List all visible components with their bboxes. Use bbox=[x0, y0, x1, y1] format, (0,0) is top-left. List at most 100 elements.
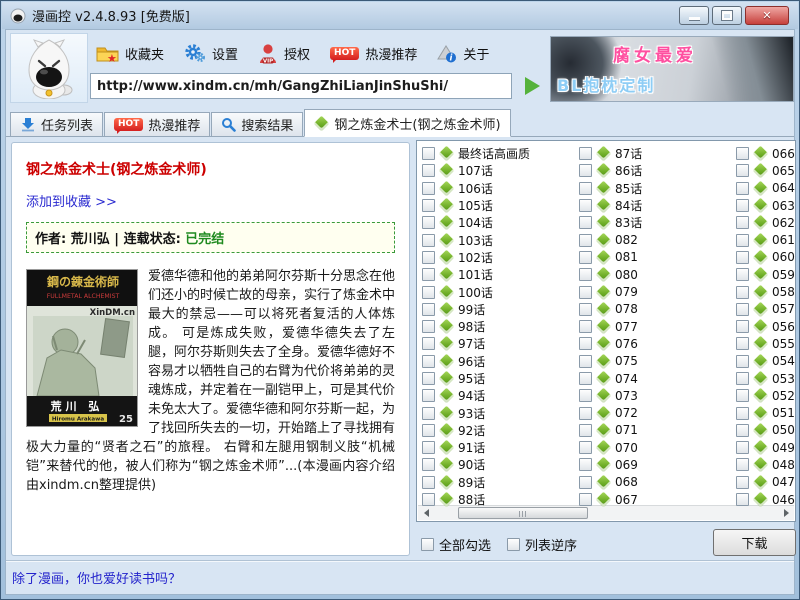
chapter-checkbox[interactable] bbox=[736, 268, 749, 281]
chapter-checkbox[interactable] bbox=[422, 182, 435, 195]
chapter-item[interactable]: 84话 bbox=[579, 197, 642, 214]
chapter-checkbox[interactable] bbox=[736, 320, 749, 333]
chapter-checkbox[interactable] bbox=[579, 424, 592, 437]
reverse-list-checkbox[interactable] bbox=[507, 538, 520, 551]
chapter-checkbox[interactable] bbox=[736, 493, 749, 506]
add-to-favorites-link[interactable]: 添加到收藏 >> bbox=[26, 191, 117, 210]
statusbar-link[interactable]: 除了漫画，你也爱好读书吗？ bbox=[12, 568, 181, 587]
chapter-checkbox[interactable] bbox=[736, 441, 749, 454]
chapter-item[interactable]: 91话 bbox=[422, 439, 530, 456]
chapter-checkbox[interactable] bbox=[579, 182, 592, 195]
chapter-item[interactable]: 079 bbox=[579, 283, 642, 300]
chapter-item[interactable]: 058 bbox=[736, 283, 795, 300]
chapter-item[interactable]: 83话 bbox=[579, 214, 642, 231]
chapter-checkbox[interactable] bbox=[579, 147, 592, 160]
chapter-item[interactable]: 106话 bbox=[422, 180, 530, 197]
chapter-checkbox[interactable] bbox=[422, 216, 435, 229]
tab-manga-detail[interactable]: 钢之炼金术士(钢之炼金术师) bbox=[304, 109, 510, 137]
chapter-checkbox[interactable] bbox=[579, 164, 592, 177]
chapter-item[interactable]: 90话 bbox=[422, 456, 530, 473]
scrollbar-thumb[interactable] bbox=[458, 507, 588, 519]
chapter-checkbox[interactable] bbox=[422, 320, 435, 333]
chapter-checkbox[interactable] bbox=[736, 164, 749, 177]
chapter-checkbox[interactable] bbox=[579, 234, 592, 247]
chapter-checkbox[interactable] bbox=[579, 355, 592, 368]
tab-task-list[interactable]: 任务列表 bbox=[10, 112, 103, 136]
chapter-checkbox[interactable] bbox=[422, 476, 435, 489]
chapter-checkbox[interactable] bbox=[422, 234, 435, 247]
minimize-button[interactable] bbox=[679, 6, 709, 25]
chapter-checkbox[interactable] bbox=[579, 407, 592, 420]
chapter-checkbox[interactable] bbox=[736, 147, 749, 160]
chapter-checkbox[interactable] bbox=[579, 303, 592, 316]
chapter-checkbox[interactable] bbox=[422, 458, 435, 471]
close-button[interactable]: ✕ bbox=[745, 6, 789, 25]
chapter-checkbox[interactable] bbox=[579, 251, 592, 264]
chapter-checkbox[interactable] bbox=[736, 476, 749, 489]
select-all-checkbox-row[interactable]: 全部勾选 bbox=[421, 535, 491, 554]
chapter-item[interactable]: 061 bbox=[736, 231, 795, 248]
chapter-checkbox[interactable] bbox=[736, 355, 749, 368]
url-input[interactable] bbox=[90, 73, 512, 99]
chapter-item[interactable]: 047 bbox=[736, 474, 795, 491]
chapter-checkbox[interactable] bbox=[422, 407, 435, 420]
chapter-item[interactable]: 94话 bbox=[422, 387, 530, 404]
chapter-item[interactable]: 066 bbox=[736, 145, 795, 162]
chapter-item[interactable]: 048 bbox=[736, 456, 795, 473]
chapter-item[interactable]: 059 bbox=[736, 266, 795, 283]
chapter-item[interactable]: 96话 bbox=[422, 353, 530, 370]
chapter-item[interactable]: 081 bbox=[579, 249, 642, 266]
download-button[interactable]: 下载 bbox=[713, 529, 796, 556]
chapter-checkbox[interactable] bbox=[422, 286, 435, 299]
chapter-checkbox[interactable] bbox=[579, 458, 592, 471]
chapter-checkbox[interactable] bbox=[736, 286, 749, 299]
chapter-checkbox[interactable] bbox=[736, 182, 749, 195]
chapter-item[interactable]: 052 bbox=[736, 387, 795, 404]
chapter-checkbox[interactable] bbox=[579, 389, 592, 402]
chapter-item[interactable]: 069 bbox=[579, 456, 642, 473]
chapter-checkbox[interactable] bbox=[422, 493, 435, 506]
chapter-checkbox[interactable] bbox=[736, 199, 749, 212]
chapter-checkbox[interactable] bbox=[422, 303, 435, 316]
settings-button[interactable]: 设置 bbox=[184, 43, 238, 63]
chapter-checkbox[interactable] bbox=[422, 147, 435, 160]
chapter-list[interactable]: 最终话高画质107话106话105话104话103话102话101话100话99… bbox=[416, 140, 796, 522]
chapter-item[interactable]: 98话 bbox=[422, 318, 530, 335]
chapter-item[interactable]: 072 bbox=[579, 404, 642, 421]
chapter-checkbox[interactable] bbox=[579, 286, 592, 299]
chapter-item[interactable]: 102话 bbox=[422, 249, 530, 266]
chapter-item[interactable]: 070 bbox=[579, 439, 642, 456]
chapter-checkbox[interactable] bbox=[422, 372, 435, 385]
chapter-item[interactable]: 080 bbox=[579, 266, 642, 283]
chapter-item[interactable]: 97话 bbox=[422, 335, 530, 352]
chapter-item[interactable]: 075 bbox=[579, 353, 642, 370]
chapter-checkbox[interactable] bbox=[579, 268, 592, 281]
chapter-checkbox[interactable] bbox=[736, 424, 749, 437]
chapter-checkbox[interactable] bbox=[736, 337, 749, 350]
chapter-item[interactable]: 051 bbox=[736, 404, 795, 421]
chapter-checkbox[interactable] bbox=[736, 234, 749, 247]
chapter-item[interactable]: 85话 bbox=[579, 180, 642, 197]
chapter-item[interactable]: 104话 bbox=[422, 214, 530, 231]
chapter-checkbox[interactable] bbox=[579, 493, 592, 506]
chapter-checkbox[interactable] bbox=[736, 372, 749, 385]
chapter-item[interactable]: 95话 bbox=[422, 370, 530, 387]
chapter-checkbox[interactable] bbox=[579, 372, 592, 385]
chapter-checkbox[interactable] bbox=[422, 199, 435, 212]
chapter-item[interactable]: 046 bbox=[736, 491, 795, 508]
chapter-checkbox[interactable] bbox=[736, 458, 749, 471]
chapter-checkbox[interactable] bbox=[579, 199, 592, 212]
chapter-checkbox[interactable] bbox=[422, 251, 435, 264]
chapter-checkbox[interactable] bbox=[422, 337, 435, 350]
chapter-item[interactable]: 054 bbox=[736, 353, 795, 370]
chapter-item[interactable]: 064 bbox=[736, 180, 795, 197]
chapter-item[interactable]: 062 bbox=[736, 214, 795, 231]
chapter-item[interactable]: 050 bbox=[736, 422, 795, 439]
chapter-checkbox[interactable] bbox=[579, 320, 592, 333]
chapter-checkbox[interactable] bbox=[422, 268, 435, 281]
chapter-item[interactable]: 103话 bbox=[422, 231, 530, 248]
chapter-item[interactable]: 105话 bbox=[422, 197, 530, 214]
hot-recommend-button[interactable]: HOT 热漫推荐 bbox=[330, 44, 417, 63]
chapter-item[interactable]: 053 bbox=[736, 370, 795, 387]
chapter-item[interactable]: 056 bbox=[736, 318, 795, 335]
